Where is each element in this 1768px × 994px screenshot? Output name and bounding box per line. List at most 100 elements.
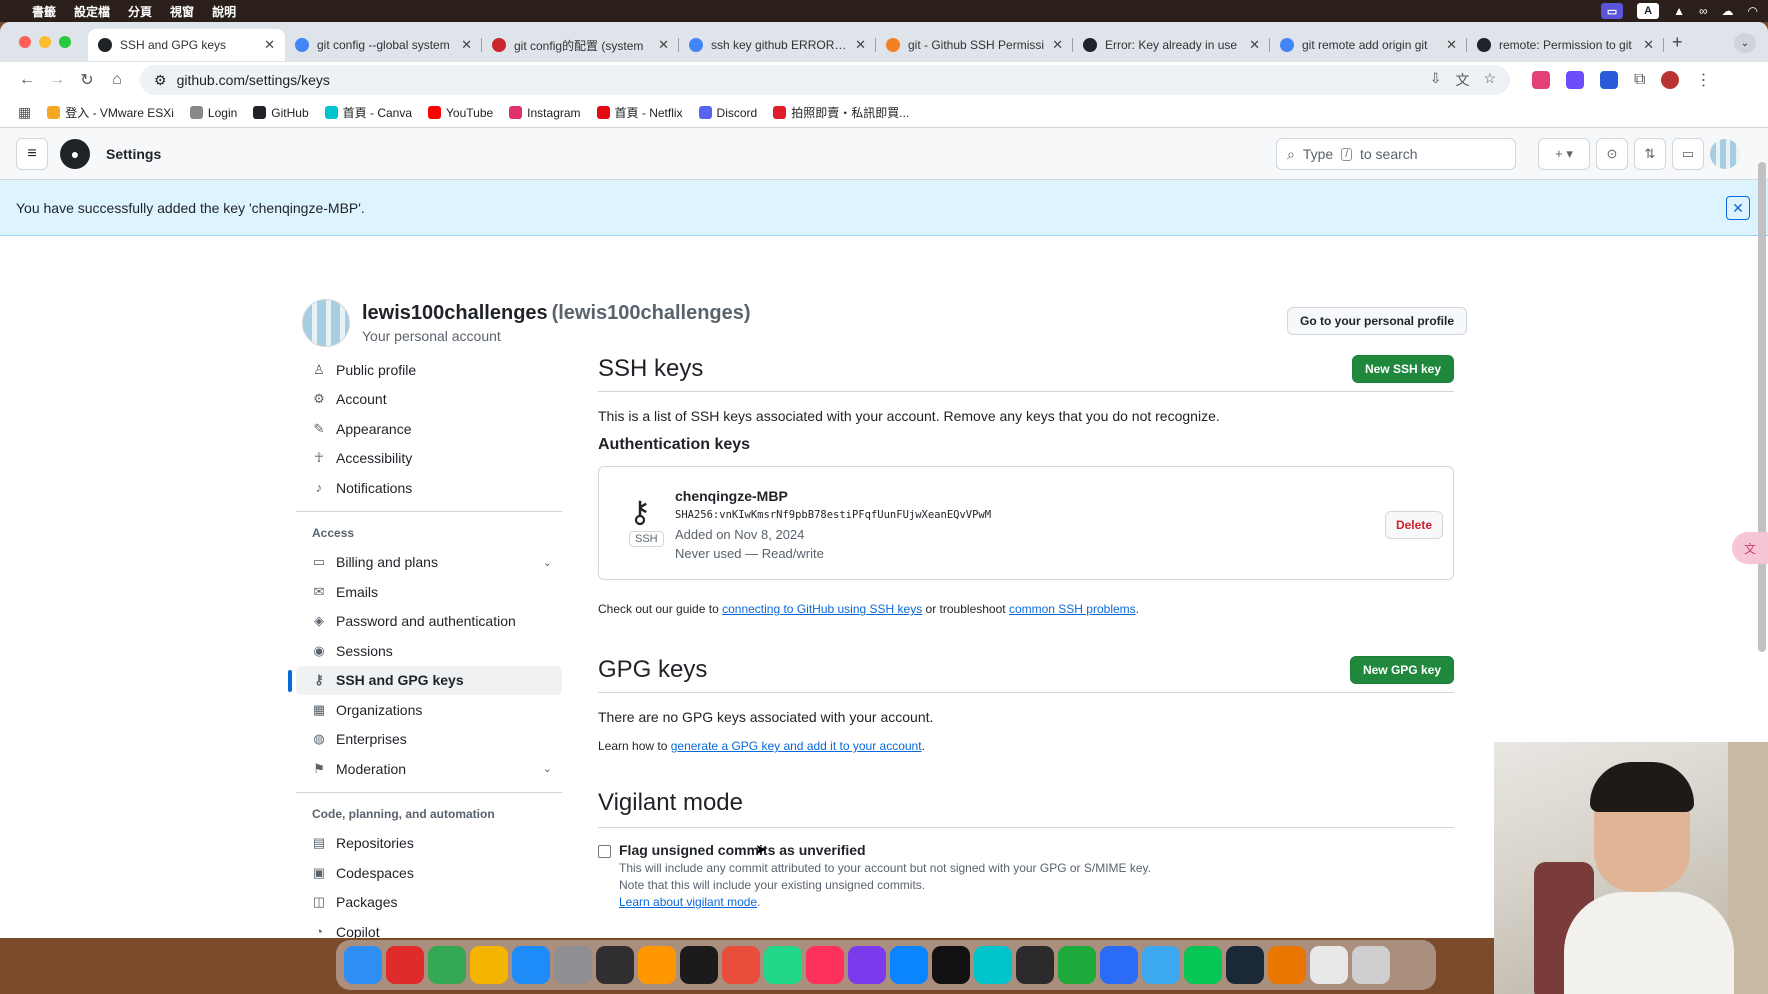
status-icon[interactable]: ▲ — [1673, 4, 1685, 18]
dock-obs-icon[interactable] — [596, 946, 634, 984]
vigilant-learn-link[interactable]: Learn about vigilant mode — [619, 895, 757, 909]
dock-settings-icon[interactable] — [554, 946, 592, 984]
bookmark-item[interactable]: 登入 - VMware ESXi — [47, 104, 174, 121]
close-tab-icon[interactable]: ✕ — [1052, 37, 1063, 53]
sidebar-item-codespaces[interactable]: ▣ Codespaces — [296, 858, 562, 888]
sidebar-item-billing-and-plans[interactable]: ▭ Billing and plans ⌄ — [296, 548, 562, 578]
dock-line-icon[interactable] — [1184, 946, 1222, 984]
reload-icon[interactable]: ↻ — [72, 70, 102, 90]
dock-steam-icon[interactable] — [1226, 946, 1264, 984]
extensions-puzzle-icon[interactable]: ⧉ — [1634, 71, 1645, 89]
close-tab-icon[interactable]: ✕ — [658, 37, 669, 53]
chevron-down-icon[interactable]: ⌄ — [543, 556, 552, 569]
sidebar-item-sessions[interactable]: ◉ Sessions — [296, 636, 562, 666]
bookmark-item[interactable]: GitHub — [253, 106, 309, 120]
profile-avatar[interactable] — [1661, 71, 1680, 89]
sidebar-item-organizations[interactable]: ▦ Organizations — [296, 695, 562, 725]
sidebar-item-emails[interactable]: ✉ Emails — [296, 577, 562, 607]
dock-davinci-icon[interactable] — [1016, 946, 1054, 984]
browser-tab[interactable]: ssh key github ERROR: P ✕ — [679, 29, 876, 61]
translate-float-icon[interactable]: 文 — [1732, 532, 1768, 564]
wifi-icon[interactable]: ◠ — [1748, 4, 1758, 18]
ssh-problems-link[interactable]: common SSH problems — [1009, 602, 1136, 616]
dock-sublime-icon[interactable] — [638, 946, 676, 984]
sidebar-item-notifications[interactable]: ♪ Notifications — [296, 473, 562, 503]
sidebar-item-packages[interactable]: ◫ Packages — [296, 888, 562, 918]
dock-intellij-icon[interactable] — [806, 946, 844, 984]
sidebar-item-repositories[interactable]: ▤ Repositories — [296, 829, 562, 859]
close-tab-icon[interactable]: ✕ — [1249, 37, 1260, 53]
extension-v-icon[interactable] — [1600, 71, 1618, 89]
chevron-down-icon[interactable]: ⌄ — [543, 762, 552, 775]
vigilant-checkbox[interactable] — [598, 845, 611, 858]
new-tab-button[interactable]: + — [1672, 32, 1683, 53]
page-scrollbar[interactable] — [1758, 162, 1766, 652]
dock-trash-icon[interactable] — [1352, 946, 1390, 984]
bookmark-item[interactable]: 首頁 - Canva — [324, 104, 412, 121]
sidebar-item-enterprises[interactable]: ◍ Enterprises — [296, 725, 562, 755]
dock-obsidian-icon[interactable] — [848, 946, 886, 984]
bookmark-item[interactable]: 拍照即賣・私訊即買... — [773, 104, 909, 121]
apps-grid-icon[interactable]: ▦ — [18, 104, 31, 121]
menu-tabs[interactable]: 分頁 — [128, 3, 152, 20]
create-new-button[interactable]: + ▾ — [1538, 138, 1590, 170]
hamburger-icon[interactable]: ≡ — [16, 137, 48, 170]
dock-blender-icon[interactable] — [1268, 946, 1306, 984]
back-icon[interactable]: ← — [12, 71, 42, 89]
search-input[interactable]: ⌕ Type / to search — [1276, 138, 1516, 170]
dock-canva-icon[interactable] — [974, 946, 1012, 984]
tab-search-button[interactable]: ⌄ — [1734, 33, 1756, 53]
close-tab-icon[interactable]: ✕ — [461, 37, 472, 53]
extension-translate-icon[interactable] — [1532, 71, 1550, 89]
close-tab-icon[interactable]: ✕ — [855, 37, 866, 53]
github-logo-icon[interactable]: ● — [60, 138, 90, 169]
dock-airmail-icon[interactable] — [1142, 946, 1180, 984]
zoom-window-button[interactable] — [59, 36, 71, 48]
cloud-icon[interactable]: ☁ — [1722, 4, 1734, 18]
user-avatar[interactable] — [1710, 139, 1740, 169]
dock-app-store-icon[interactable] — [512, 946, 550, 984]
bookmark-star-icon[interactable]: ☆ — [1483, 70, 1496, 90]
browser-tab[interactable]: git remote add origin git ✕ — [1270, 29, 1467, 61]
browser-tab[interactable]: git config的配置 (system ✕ — [482, 29, 679, 61]
dock-pycharm-icon[interactable] — [764, 946, 802, 984]
dock-xmind-icon[interactable] — [722, 946, 760, 984]
dock-capcut-icon[interactable] — [932, 946, 970, 984]
dock-chrome-icon[interactable] — [428, 946, 466, 984]
address-bar[interactable]: ⚙ github.com/settings/keys ⇩ 文 ☆ — [140, 65, 1510, 95]
account-name[interactable]: lewis100challenges — [362, 302, 548, 324]
bookmark-item[interactable]: Discord — [698, 106, 757, 120]
go-to-profile-button[interactable]: Go to your personal profile — [1287, 307, 1468, 335]
sidebar-item-password-and-authentication[interactable]: ◈ Password and authentication — [296, 607, 562, 637]
gpg-learn-link[interactable]: generate a GPG key and add it to your ac… — [671, 739, 922, 753]
ssh-guide-link[interactable]: connecting to GitHub using SSH keys — [722, 602, 922, 616]
close-icon[interactable]: ✕ — [1726, 196, 1750, 220]
pull-requests-icon[interactable]: ⇅ — [1634, 138, 1666, 170]
dock-fl-icon[interactable] — [890, 946, 928, 984]
menu-profiles[interactable]: 設定檔 — [74, 3, 110, 20]
sidebar-item-accessibility[interactable]: ☥ Accessibility — [296, 444, 562, 474]
vigilant-label[interactable]: Flag unsigned commits as unverified — [619, 842, 1151, 858]
account-avatar[interactable] — [302, 299, 350, 347]
dock-textedit-icon[interactable] — [1310, 946, 1348, 984]
issues-icon[interactable]: ⊙ — [1596, 138, 1628, 170]
browser-tab[interactable]: git config --global system ✕ — [285, 29, 482, 61]
install-icon[interactable]: ⇩ — [1430, 70, 1442, 90]
extension-purple-icon[interactable] — [1566, 71, 1584, 89]
browser-tab[interactable]: remote: Permission to git ✕ — [1467, 29, 1664, 61]
browser-tab[interactable]: git - Github SSH Permissi ✕ — [876, 29, 1073, 61]
menu-window[interactable]: 視窗 — [170, 3, 194, 20]
delete-key-button[interactable]: Delete — [1384, 511, 1443, 539]
sidebar-item-account[interactable]: ⚙ Account — [296, 385, 562, 415]
translate-icon[interactable]: 文 — [1455, 70, 1469, 90]
close-tab-icon[interactable]: ✕ — [264, 37, 275, 53]
home-icon[interactable]: ⌂ — [102, 71, 132, 89]
bookmark-item[interactable]: 首頁 - Netflix — [596, 104, 683, 121]
kebab-menu-icon[interactable]: ⋮ — [1695, 70, 1711, 90]
bookmark-item[interactable]: Instagram — [509, 106, 581, 120]
close-tab-icon[interactable]: ✕ — [1643, 37, 1654, 53]
dock-finder-icon[interactable] — [344, 946, 382, 984]
new-gpg-key-button[interactable]: New GPG key — [1349, 656, 1454, 684]
new-ssh-key-button[interactable]: New SSH key — [1351, 355, 1454, 383]
dock-photos-icon[interactable] — [470, 946, 508, 984]
